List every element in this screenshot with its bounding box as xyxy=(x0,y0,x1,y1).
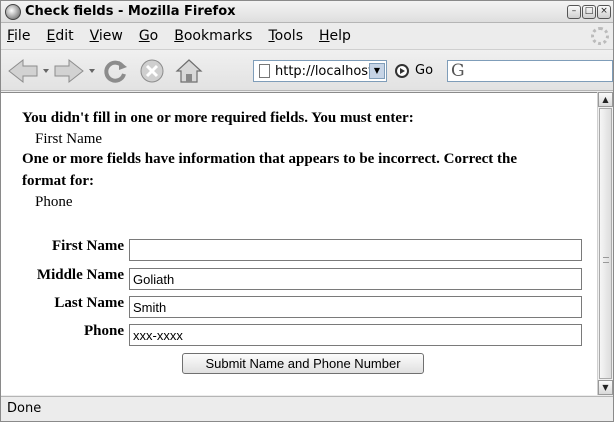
menu-go-accel: G xyxy=(138,28,150,44)
format-field-item: Phone xyxy=(35,194,73,210)
firefox-logo-icon xyxy=(5,4,21,20)
menu-bar: File Edit View Go Bookmarks Tools Help xyxy=(1,24,613,48)
first-name-field[interactable] xyxy=(129,239,582,261)
stop-icon[interactable] xyxy=(139,58,165,84)
minimize-icon[interactable]: – xyxy=(567,5,581,19)
home-icon[interactable] xyxy=(175,58,203,84)
menu-edit-rest: dit xyxy=(55,28,74,44)
menu-view[interactable]: View xyxy=(90,28,123,44)
page-content: You didn't fill in one or more required … xyxy=(1,92,597,395)
format-error-message-line2: format for: xyxy=(22,173,95,189)
scroll-up-icon[interactable]: ▲ xyxy=(598,92,613,107)
url-text[interactable]: http://localhost/F xyxy=(275,64,372,79)
close-icon[interactable]: × xyxy=(597,5,611,19)
menu-edit[interactable]: Edit xyxy=(46,28,73,44)
required-field-item: First Name xyxy=(35,131,103,147)
phone-label: Phone xyxy=(83,323,124,339)
menu-help-accel: H xyxy=(319,28,330,44)
scroll-down-icon[interactable]: ▼ xyxy=(598,380,613,395)
menu-edit-accel: E xyxy=(46,28,56,44)
back-icon[interactable] xyxy=(7,58,51,84)
menu-bookmarks-accel: B xyxy=(174,28,184,44)
page-icon xyxy=(259,64,270,78)
menu-tools[interactable]: Tools xyxy=(268,28,303,44)
status-text: Done xyxy=(7,401,42,416)
window-controls: – □ × xyxy=(567,5,611,19)
format-error-message-line1: One or more fields have information that… xyxy=(22,151,518,167)
forward-icon[interactable] xyxy=(53,58,97,84)
throbber-icon xyxy=(591,27,609,45)
go-icon[interactable] xyxy=(395,64,409,78)
url-bar[interactable]: http://localhost/F ▼ xyxy=(253,60,387,82)
navigation-toolbar: http://localhost/F ▼ Go G xyxy=(1,49,613,91)
menu-help-rest: elp xyxy=(329,28,351,44)
google-search-icon: G xyxy=(451,61,465,81)
middle-name-field[interactable] xyxy=(129,268,582,290)
middle-name-label: Middle Name xyxy=(36,267,124,283)
menu-bookmarks-rest: ookmarks xyxy=(183,28,253,44)
menu-help[interactable]: Help xyxy=(319,28,351,44)
menu-go[interactable]: Go xyxy=(139,28,158,44)
title-bar[interactable]: Check fields - Mozilla Firefox – □ × xyxy=(1,1,613,23)
menu-file-rest: ile xyxy=(14,28,31,44)
last-name-label: Last Name xyxy=(54,295,124,311)
vertical-scrollbar[interactable]: ▲ ▼ xyxy=(597,92,613,395)
maximize-icon[interactable]: □ xyxy=(582,5,596,19)
search-box[interactable]: G xyxy=(447,60,613,82)
required-fields-message: You didn't fill in one or more required … xyxy=(22,110,414,126)
window-title: Check fields - Mozilla Firefox xyxy=(25,4,236,19)
menu-file[interactable]: File xyxy=(7,28,30,44)
menu-tools-rest: ools xyxy=(274,28,303,44)
menu-file-accel: F xyxy=(7,28,15,44)
menu-view-rest: iew xyxy=(98,28,123,44)
scroll-thumb[interactable] xyxy=(599,108,612,379)
phone-field[interactable] xyxy=(129,324,582,346)
submit-button[interactable]: Submit Name and Phone Number xyxy=(182,353,424,374)
menu-go-rest: o xyxy=(149,28,159,44)
browser-window: Check fields - Mozilla Firefox – □ × Fil… xyxy=(0,0,614,422)
menu-view-accel: V xyxy=(89,28,99,44)
menu-bookmarks[interactable]: Bookmarks xyxy=(174,28,252,44)
first-name-label: First Name xyxy=(51,238,124,254)
scroll-grip-icon xyxy=(603,257,609,263)
reload-icon[interactable] xyxy=(103,58,129,84)
go-button-label[interactable]: Go xyxy=(415,63,433,78)
last-name-field[interactable] xyxy=(129,296,582,318)
status-bar: Done xyxy=(1,396,613,421)
url-dropdown-icon[interactable]: ▼ xyxy=(369,63,385,79)
